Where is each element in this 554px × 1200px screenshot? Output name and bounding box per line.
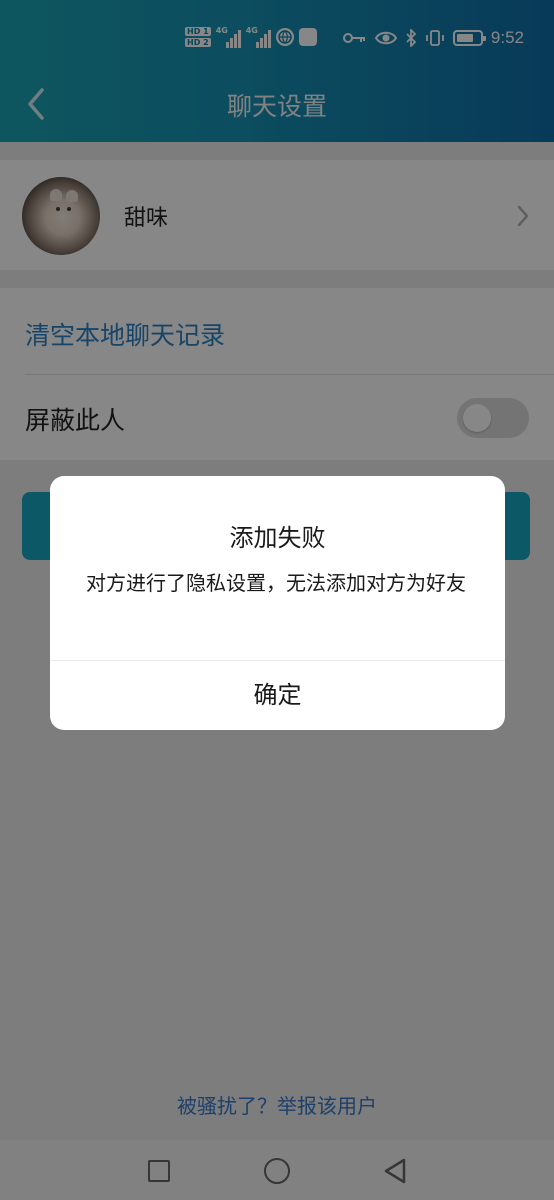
dialog-message: 对方进行了隐私设置，无法添加对方为好友	[86, 571, 466, 595]
alert-dialog: 添加失败 对方进行了隐私设置，无法添加对方为好友 确定	[50, 476, 505, 730]
confirm-button[interactable]: 确定	[50, 661, 505, 730]
dialog-title: 添加失败	[229, 524, 326, 552]
